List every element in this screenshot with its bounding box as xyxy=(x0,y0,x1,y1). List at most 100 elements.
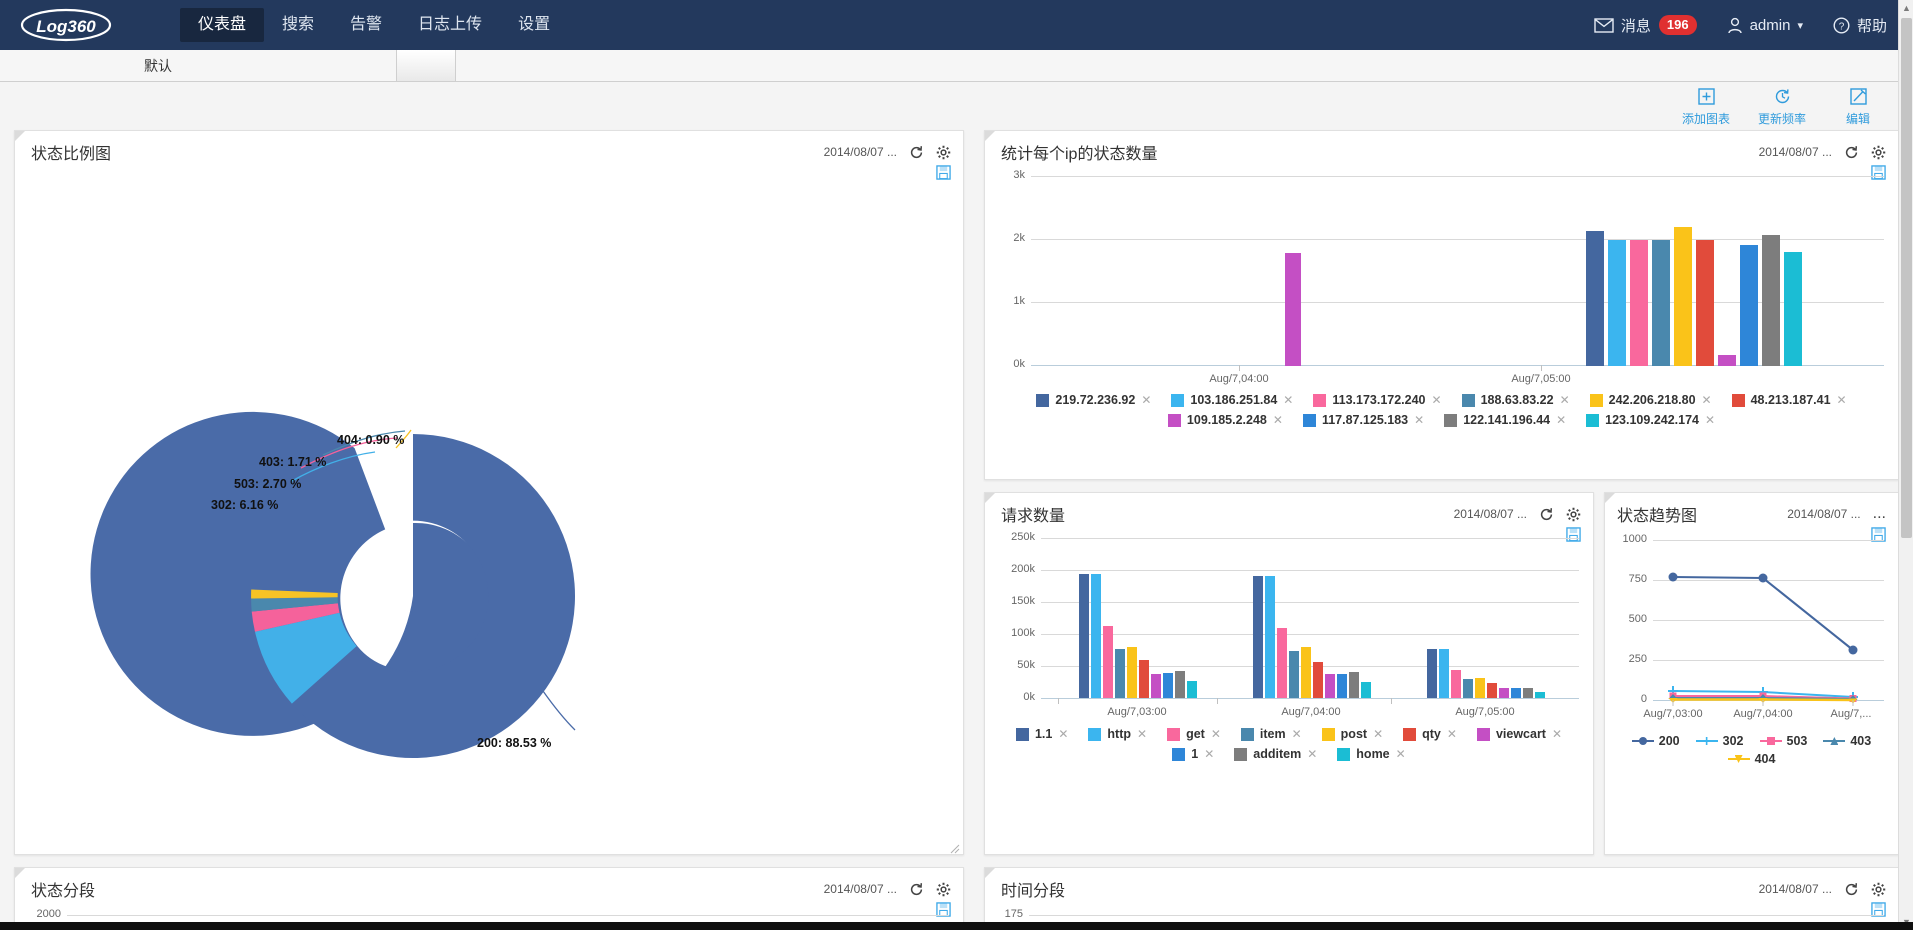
legend-remove-icon[interactable]: ✕ xyxy=(1283,393,1293,407)
bar[interactable] xyxy=(1608,240,1626,366)
bar[interactable] xyxy=(1475,678,1485,698)
bar[interactable] xyxy=(1511,688,1521,698)
legend-remove-icon[interactable]: ✕ xyxy=(1273,413,1283,427)
bar[interactable] xyxy=(1277,628,1287,698)
legend-item[interactable]: 48.213.187.41 ✕ xyxy=(1731,393,1847,407)
bar[interactable] xyxy=(1674,227,1692,366)
legend-item[interactable]: viewcart ✕ xyxy=(1476,727,1562,741)
legend-item[interactable]: 1.1 ✕ xyxy=(1015,727,1068,741)
page-scrollbar[interactable]: ▲ ▼ xyxy=(1898,0,1913,930)
bar[interactable] xyxy=(1115,649,1125,698)
bar[interactable] xyxy=(1139,660,1149,698)
legend-item[interactable]: post ✕ xyxy=(1321,727,1383,741)
bar[interactable] xyxy=(1349,672,1359,698)
legend-item[interactable]: 200 xyxy=(1631,734,1680,748)
legend-item[interactable]: get ✕ xyxy=(1167,727,1221,741)
legend-item[interactable]: 103.186.251.84 ✕ xyxy=(1171,393,1293,407)
tab-add-placeholder[interactable] xyxy=(396,50,456,81)
legend-item[interactable]: 404 xyxy=(1727,752,1775,766)
bar[interactable] xyxy=(1718,355,1736,366)
bar[interactable] xyxy=(1285,253,1301,366)
legend-item[interactable]: http ✕ xyxy=(1088,727,1147,741)
legend-remove-icon[interactable]: ✕ xyxy=(1414,413,1424,427)
legend-remove-icon[interactable]: ✕ xyxy=(1560,393,1570,407)
bar[interactable] xyxy=(1535,692,1545,698)
bar[interactable] xyxy=(1079,574,1089,698)
legend-item[interactable]: 117.87.125.183 ✕ xyxy=(1302,413,1424,427)
legend-remove-icon[interactable]: ✕ xyxy=(1292,727,1302,741)
user-menu[interactable]: admin ▾ xyxy=(1727,17,1803,34)
bar[interactable] xyxy=(1175,671,1185,698)
scrollbar-thumb[interactable] xyxy=(1901,18,1912,538)
bar[interactable] xyxy=(1586,231,1604,366)
legend-remove-icon[interactable]: ✕ xyxy=(1702,393,1712,407)
nav-item-alerts[interactable]: 告警 xyxy=(332,8,400,42)
bar[interactable] xyxy=(1103,626,1113,698)
nav-item-settings[interactable]: 设置 xyxy=(500,8,568,42)
refresh-icon[interactable] xyxy=(1844,145,1859,160)
gear-icon[interactable] xyxy=(1566,507,1581,522)
legend-remove-icon[interactable]: ✕ xyxy=(1373,727,1383,741)
legend-item[interactable]: 242.206.218.80 ✕ xyxy=(1589,393,1712,407)
bar[interactable] xyxy=(1740,245,1758,366)
bar[interactable] xyxy=(1487,683,1497,698)
refresh-icon[interactable] xyxy=(1844,882,1859,897)
bar[interactable] xyxy=(1337,674,1347,698)
bar[interactable] xyxy=(1313,662,1323,698)
legend-remove-icon[interactable]: ✕ xyxy=(1307,747,1317,761)
gear-icon[interactable] xyxy=(936,882,951,897)
legend-remove-icon[interactable]: ✕ xyxy=(1837,393,1847,407)
refresh-rate-button[interactable]: 更新频率 xyxy=(1755,88,1809,127)
legend-remove-icon[interactable]: ✕ xyxy=(1432,393,1442,407)
bar[interactable] xyxy=(1499,688,1509,698)
legend-item[interactable]: 1 ✕ xyxy=(1172,747,1214,761)
legend-item[interactable]: 403 xyxy=(1823,734,1871,748)
bar[interactable] xyxy=(1523,688,1533,698)
bar[interactable] xyxy=(1463,679,1473,698)
refresh-icon[interactable] xyxy=(1539,507,1554,522)
legend-remove-icon[interactable]: ✕ xyxy=(1058,727,1068,741)
bar[interactable] xyxy=(1253,576,1263,698)
legend-item[interactable]: 109.185.2.248 ✕ xyxy=(1167,413,1283,427)
legend-item[interactable]: 123.109.242.174 ✕ xyxy=(1586,413,1715,427)
legend-remove-icon[interactable]: ✕ xyxy=(1447,727,1457,741)
bar[interactable] xyxy=(1301,647,1311,698)
legend-remove-icon[interactable]: ✕ xyxy=(1705,413,1715,427)
legend-item[interactable]: 113.173.172.240 ✕ xyxy=(1313,393,1442,407)
bar[interactable] xyxy=(1151,674,1161,698)
bar[interactable] xyxy=(1762,235,1780,366)
bar[interactable] xyxy=(1439,649,1449,698)
bar[interactable] xyxy=(1652,240,1670,366)
legend-item[interactable]: additem ✕ xyxy=(1234,747,1317,761)
bar[interactable] xyxy=(1265,576,1275,698)
scroll-up-arrow-icon[interactable]: ▲ xyxy=(1902,3,1911,13)
legend-item[interactable]: home ✕ xyxy=(1337,747,1406,761)
gear-icon[interactable] xyxy=(1871,145,1886,160)
legend-remove-icon[interactable]: ✕ xyxy=(1556,413,1566,427)
edit-button[interactable]: 编辑 xyxy=(1831,88,1885,127)
legend-item[interactable]: 302 xyxy=(1695,734,1744,748)
panel-resize-grip[interactable] xyxy=(950,841,960,854)
bar[interactable] xyxy=(1784,252,1802,366)
panel-overflow-menu[interactable]: ... xyxy=(1873,505,1886,523)
legend-item[interactable]: 219.72.236.92 ✕ xyxy=(1036,393,1151,407)
legend-remove-icon[interactable]: ✕ xyxy=(1396,747,1406,761)
legend-remove-icon[interactable]: ✕ xyxy=(1552,727,1562,741)
nav-item-dashboard[interactable]: 仪表盘 xyxy=(180,8,265,42)
legend-remove-icon[interactable]: ✕ xyxy=(1141,393,1151,407)
bar[interactable] xyxy=(1361,682,1371,698)
bar[interactable] xyxy=(1451,670,1461,698)
app-logo[interactable]: Log360 xyxy=(20,8,140,42)
nav-item-search[interactable]: 搜索 xyxy=(264,8,332,42)
refresh-icon[interactable] xyxy=(909,145,924,160)
bar[interactable] xyxy=(1289,651,1299,698)
legend-item[interactable]: 503 xyxy=(1759,734,1807,748)
legend-item[interactable]: 188.63.83.22 ✕ xyxy=(1461,393,1570,407)
bar[interactable] xyxy=(1696,240,1714,366)
legend-remove-icon[interactable]: ✕ xyxy=(1211,727,1221,741)
bar[interactable] xyxy=(1325,674,1335,698)
help-button[interactable]: ? 帮助 xyxy=(1833,15,1887,36)
bar[interactable] xyxy=(1630,240,1648,366)
add-chart-button[interactable]: 添加图表 xyxy=(1679,88,1733,127)
bar[interactable] xyxy=(1163,673,1173,698)
